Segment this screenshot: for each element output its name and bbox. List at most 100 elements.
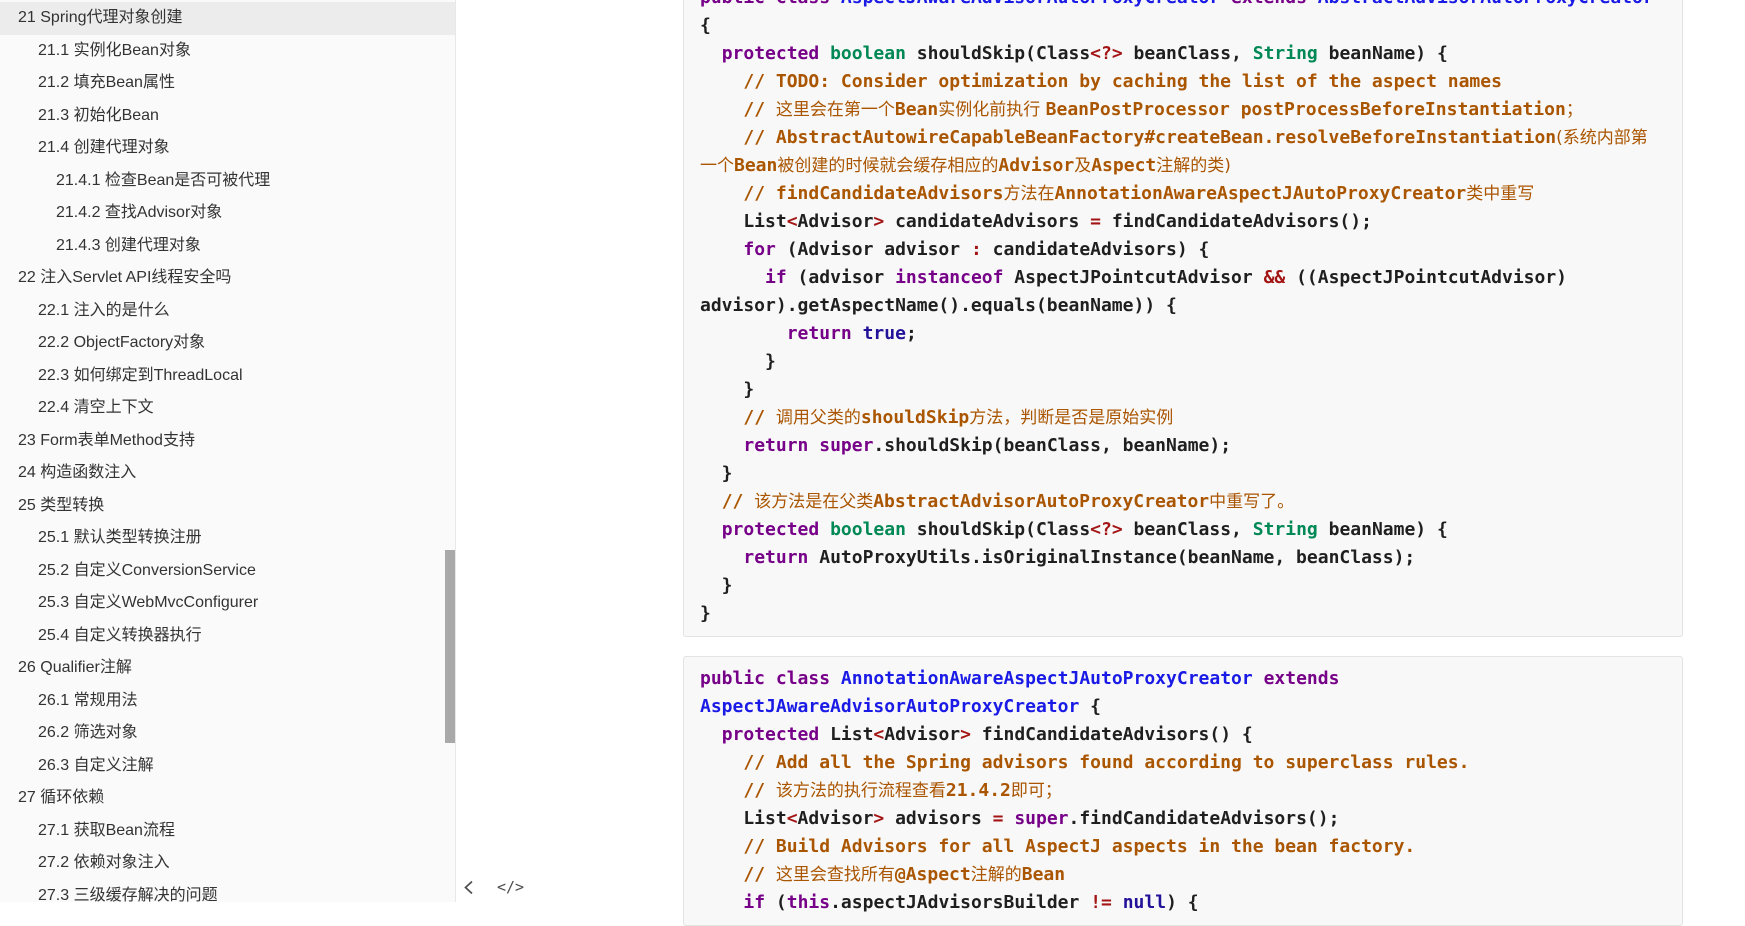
code-token: != (1090, 892, 1112, 913)
sidebar-item[interactable]: 21.1 实例化Bean对象 (0, 35, 455, 68)
sidebar-item[interactable]: 25.2 自定义ConversionService (0, 555, 455, 588)
sidebar-item[interactable]: 25 类型转换 (0, 490, 455, 523)
sidebar-item[interactable]: 21.4.1 检查Bean是否可被代理 (0, 165, 455, 198)
code-token: 即可； (1010, 781, 1062, 801)
code-token: // (721, 491, 755, 512)
sidebar-item[interactable]: 26.3 自定义注解 (0, 750, 455, 783)
code-line: return super.shouldSkip(beanClass, beanN… (700, 432, 1666, 460)
sidebar-item[interactable]: 24 构造函数注入 (0, 457, 455, 490)
code-token: this (786, 892, 831, 913)
code-line: } (700, 376, 1666, 404)
sidebar-item[interactable]: 27.1 获取Bean流程 (0, 815, 455, 848)
sidebar-item[interactable]: 22.3 如何绑定到ThreadLocal (0, 360, 455, 393)
sidebar-item[interactable]: 26.2 筛选对象 (0, 717, 455, 750)
code-token: { (700, 15, 711, 36)
sidebar-item[interactable]: 23 Form表单Method支持 (0, 425, 455, 458)
code-token: // Add all the Spring advisors found acc… (743, 752, 1470, 773)
code-line: } (700, 460, 1666, 488)
sidebar-item[interactable]: 21 Spring代理对象创建 (0, 2, 455, 35)
code-token: = (992, 808, 1004, 829)
code-token: ) { (1166, 892, 1199, 913)
sidebar-item[interactable]: 25.3 自定义WebMvcConfigurer (0, 587, 455, 620)
code-token: String (1252, 43, 1318, 64)
code-token: null (1122, 892, 1167, 913)
code-token: true (862, 323, 906, 344)
code-token: (advisor (786, 267, 896, 288)
code-token: Advisor (797, 808, 874, 829)
code-line: advisor).getAspectName().equals(beanName… (700, 292, 1666, 320)
sidebar-item[interactable]: 27.3 三级缓存解决的问题 (0, 880, 455, 903)
sidebar-item[interactable]: 27 循环依赖 (0, 782, 455, 815)
code-line: } (700, 572, 1666, 600)
code-token: BeanPostProcessor postProcessBeforeInsta… (1045, 99, 1566, 120)
sidebar-item[interactable]: 21.4.3 创建代理对象 (0, 230, 455, 263)
code-token: (Advisor advisor (775, 239, 971, 260)
code-line: List<Advisor> candidateAdvisors = findCa… (700, 208, 1666, 236)
sidebar-item[interactable]: 21.3 初始化Bean (0, 100, 455, 133)
code-token: 这里会在第一个 (775, 100, 895, 120)
code-token: AnnotationAwareAspectJAutoProxyCreator (840, 668, 1253, 689)
sidebar-item[interactable]: 22 注入Servlet API线程安全吗 (0, 262, 455, 295)
sidebar-item[interactable]: 21.4.2 查找Advisor对象 (0, 197, 455, 230)
code-token: 调用父类的 (775, 408, 861, 428)
code-token: protected (721, 724, 820, 745)
code-line: return true; (700, 320, 1666, 348)
code-block-1[interactable]: public class AspectJAwareAdvisorAutoProx… (683, 0, 1683, 637)
code-token: AnnotationAwareAspectJAutoProxyCreator (1054, 183, 1467, 204)
code-token: .aspectJAdvisorsBuilder (830, 892, 1091, 913)
outline-sidebar: 21 Spring代理对象创建 21.1 实例化Bean对象 21.2 填充Bean… (0, 0, 456, 902)
sidebar-item[interactable]: 26.1 常规用法 (0, 685, 455, 718)
code-token: beanName) { (1317, 519, 1448, 540)
code-token: // (743, 127, 776, 148)
code-line: // Build Advisors for all AspectJ aspect… (700, 833, 1666, 861)
code-token: <?> (1090, 519, 1123, 540)
sidebar-item[interactable]: 21.4 创建代理对象 (0, 132, 455, 165)
code-token: // (743, 780, 776, 801)
code-token: advisor).getAspectName().equals(beanName… (700, 295, 1177, 316)
code-line: return AutoProxyUtils.isOriginalInstance… (700, 544, 1666, 572)
code-token: Aspect (1091, 155, 1157, 176)
sidebar-item[interactable]: 26 Qualifier注解 (0, 652, 455, 685)
code-view-icon[interactable] (497, 878, 524, 896)
code-line: // 该方法的执行流程查看21.4.2即可； (700, 777, 1666, 805)
code-token: AbstractAutowireCapableBeanFactory#creat… (775, 127, 1557, 148)
sidebar-item[interactable]: 25.1 默认类型转换注册 (0, 522, 455, 555)
code-line: // AbstractAutowireCapableBeanFactory#cr… (700, 124, 1666, 152)
code-token: : (970, 239, 982, 260)
code-token: List (700, 808, 787, 829)
code-token: && (1263, 267, 1286, 288)
sidebar-item[interactable]: 22.4 清空上下文 (0, 392, 455, 425)
sidebar-item[interactable]: 22.1 注入的是什么 (0, 295, 455, 328)
code-token: extends (1231, 0, 1307, 8)
collapse-sidebar-icon[interactable] (462, 879, 475, 896)
code-token: // TODO: Consider optimization by cachin… (743, 71, 1502, 92)
code-token: ( (765, 892, 787, 913)
sidebar-item[interactable]: 27.2 依赖对象注入 (0, 847, 455, 880)
code-token: // Build Advisors for all AspectJ aspect… (743, 836, 1416, 857)
sidebar-item[interactable]: 22.2 ObjectFactory对象 (0, 327, 455, 360)
code-token: // (743, 864, 776, 885)
code-token: Advisor (884, 724, 961, 745)
code-token: } (700, 603, 711, 624)
sidebar-item[interactable]: 21.2 填充Bean属性 (0, 67, 455, 100)
code-line: 一个Bean被创建的时候就会缓存相应的Advisor及Aspect注解的类) (700, 152, 1666, 180)
code-token: Advisor (998, 155, 1075, 176)
code-token: protected (721, 519, 820, 540)
sidebar-item[interactable]: 25.4 自定义转换器执行 (0, 620, 455, 653)
code-token: public (700, 0, 765, 8)
code-token: for (743, 239, 776, 260)
code-token: @Aspect (894, 864, 971, 885)
sidebar-scrollbar-thumb[interactable] (445, 550, 455, 743)
code-block-2[interactable]: public class AnnotationAwareAspectJAutoP… (683, 656, 1683, 926)
